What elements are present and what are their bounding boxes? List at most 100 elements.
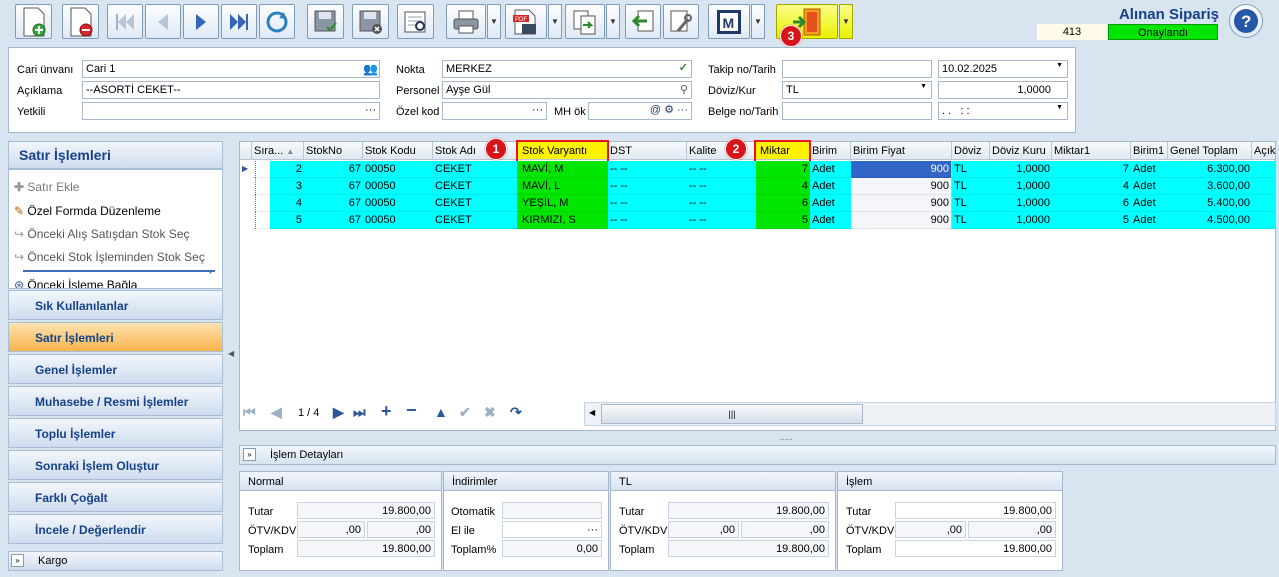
m-module-button[interactable]: M [708, 4, 750, 39]
import-button[interactable] [625, 4, 661, 39]
refresh-button[interactable] [259, 4, 295, 39]
add-row-icon[interactable]: + [381, 401, 392, 422]
acc-inspect[interactable]: İncele / Değerlendir [8, 514, 223, 544]
splitter-grip[interactable]: ..... [780, 432, 793, 442]
cell-miktar[interactable]: 7 [756, 161, 810, 178]
cell-dst[interactable]: -- -- [608, 195, 687, 212]
remove-row-icon[interactable]: − [406, 400, 417, 421]
pdf-export-button[interactable]: PDF [505, 4, 547, 39]
cell-miktar1[interactable]: 5 [1052, 212, 1131, 229]
acc-row-operations[interactable]: Satır İşlemleri [8, 322, 223, 352]
col-stokno[interactable]: StokNo [304, 142, 363, 160]
cell-miktar[interactable]: 4 [756, 178, 810, 195]
cell-sira[interactable]: 3 [270, 178, 304, 195]
cell-varyant[interactable]: YEŞİL, M [517, 195, 608, 212]
cell-stokno[interactable]: 67 [304, 178, 363, 195]
cell-acik[interactable] [1252, 212, 1275, 229]
islem-toplam[interactable]: 19.800,00 [895, 540, 1056, 557]
aciklama-input[interactable]: --ASORTİ CEKET-- [82, 81, 380, 99]
cell-varyant[interactable]: MAVİ, L [517, 178, 608, 195]
preview-button[interactable] [397, 4, 434, 39]
cell-ad[interactable]: CEKET [433, 212, 517, 229]
yetkili-input[interactable]: ··· [82, 102, 380, 120]
transfer-dropdown[interactable]: ▼ [606, 4, 620, 39]
cell-acik[interactable] [1252, 195, 1275, 212]
print-button[interactable] [446, 4, 486, 39]
cell-toplam[interactable]: 5.400,00 [1168, 195, 1252, 212]
cell-ad[interactable]: CEKET [433, 195, 517, 212]
cell-fiyat[interactable]: 900 [851, 178, 952, 195]
cell-fiyat[interactable]: 900 [851, 212, 952, 229]
first-record-button[interactable] [107, 4, 143, 39]
cell-birim1[interactable]: Adet [1131, 161, 1168, 178]
cell-acik[interactable] [1252, 161, 1275, 178]
custom-form-edit-item[interactable]: ✎ Özel Formda Düzenleme [14, 204, 161, 218]
link-prev-item[interactable]: ⊛ Önceki İşleme Bağla [14, 278, 137, 288]
col-stok-kodu[interactable]: Stok Kodu [363, 142, 433, 160]
pager-last-icon[interactable]: ⏭ [353, 404, 366, 421]
cell-birim[interactable]: Adet [810, 195, 851, 212]
cell-stokno[interactable]: 67 [304, 212, 363, 229]
col-dst[interactable]: DST [608, 142, 687, 160]
takip-input[interactable] [782, 60, 932, 78]
col-doviz-kuru[interactable]: Döviz Kuru [990, 142, 1052, 160]
details-header[interactable]: İşlem Detayları [239, 445, 1276, 465]
cell-kod[interactable]: 00050 [363, 195, 433, 212]
cell-kur[interactable]: 1,0000 [990, 178, 1052, 195]
new-document-button[interactable] [15, 4, 52, 39]
personel-input[interactable]: Ayşe Gül ⚲ [442, 81, 692, 99]
tools-button[interactable] [663, 4, 699, 39]
cell-toplam[interactable]: 4.500,00 [1168, 212, 1252, 229]
col-doviz[interactable]: Döviz [952, 142, 990, 160]
pager-first-icon[interactable]: ⏮ [243, 404, 256, 421]
acc-bulk[interactable]: Toplu İşlemler [8, 418, 223, 448]
cell-kur[interactable]: 1,0000 [990, 212, 1052, 229]
kargo-bar[interactable]: Kargo [8, 551, 223, 571]
cell-birim[interactable]: Adet [810, 178, 851, 195]
cell-toplam[interactable]: 6.300,00 [1168, 161, 1252, 178]
save-close-button[interactable] [352, 4, 389, 39]
belge-date-input[interactable]: . . : : ▼ [938, 102, 1068, 120]
cell-kalite[interactable]: -- -- [687, 161, 756, 178]
cell-sira[interactable]: 4 [270, 195, 304, 212]
elile-input[interactable]: ··· [502, 521, 602, 538]
belge-input[interactable] [782, 102, 932, 120]
cell-miktar1[interactable]: 6 [1052, 195, 1131, 212]
acc-general[interactable]: Genel İşlemler [8, 354, 223, 384]
doviz-select[interactable]: TL ▼ [782, 81, 932, 99]
col-acik[interactable]: Açık [1252, 142, 1275, 160]
acc-duplicate[interactable]: Farklı Çoğalt [8, 482, 223, 512]
ozelkod-input[interactable]: ··· [442, 102, 547, 120]
cell-kur[interactable]: 1,0000 [990, 161, 1052, 178]
pager-next-icon[interactable]: ▶ [333, 404, 344, 421]
cell-miktar[interactable]: 6 [756, 195, 810, 212]
kur-input[interactable]: 1,0000 [938, 81, 1068, 99]
nokta-input[interactable]: MERKEZ ✓ [442, 60, 692, 78]
col-genel-toplam[interactable]: Genel Toplam [1168, 142, 1252, 160]
cell-fiyat[interactable]: 900 [851, 195, 952, 212]
cell-dst[interactable]: -- -- [608, 178, 687, 195]
cell-doviz[interactable]: TL [952, 178, 990, 195]
cell-kur[interactable]: 1,0000 [990, 195, 1052, 212]
cell-stokno[interactable]: 67 [304, 161, 363, 178]
cell-ad[interactable]: CEKET [433, 178, 517, 195]
m-module-dropdown[interactable]: ▼ [751, 4, 765, 39]
cell-sira[interactable]: 5 [270, 212, 304, 229]
takip-date-input[interactable]: 10.02.2025 ▼ [938, 60, 1068, 78]
users-icon[interactable]: 👥 [363, 62, 378, 76]
save-button[interactable] [307, 4, 344, 39]
cell-stokno[interactable]: 67 [304, 195, 363, 212]
previous-record-button[interactable] [145, 4, 181, 39]
redo-icon[interactable]: ↷ [510, 404, 522, 421]
collapse-icon[interactable]: » [243, 448, 256, 461]
cell-doviz[interactable]: TL [952, 195, 990, 212]
cell-miktar1[interactable]: 7 [1052, 161, 1131, 178]
cell-miktar[interactable]: 5 [756, 212, 810, 229]
add-row-item[interactable]: ✚ Satır Ekle [14, 180, 79, 194]
pager-prev-icon[interactable]: ◀ [271, 404, 282, 421]
mhok-input[interactable]: @ ⚙ ··· [588, 102, 692, 120]
splitter-arrow-icon[interactable]: ◀ [228, 349, 234, 358]
acc-frequent[interactable]: Sık Kullanılanlar [8, 290, 223, 320]
delete-document-button[interactable] [62, 4, 99, 39]
scroll-thumb[interactable]: ||| [601, 404, 863, 424]
